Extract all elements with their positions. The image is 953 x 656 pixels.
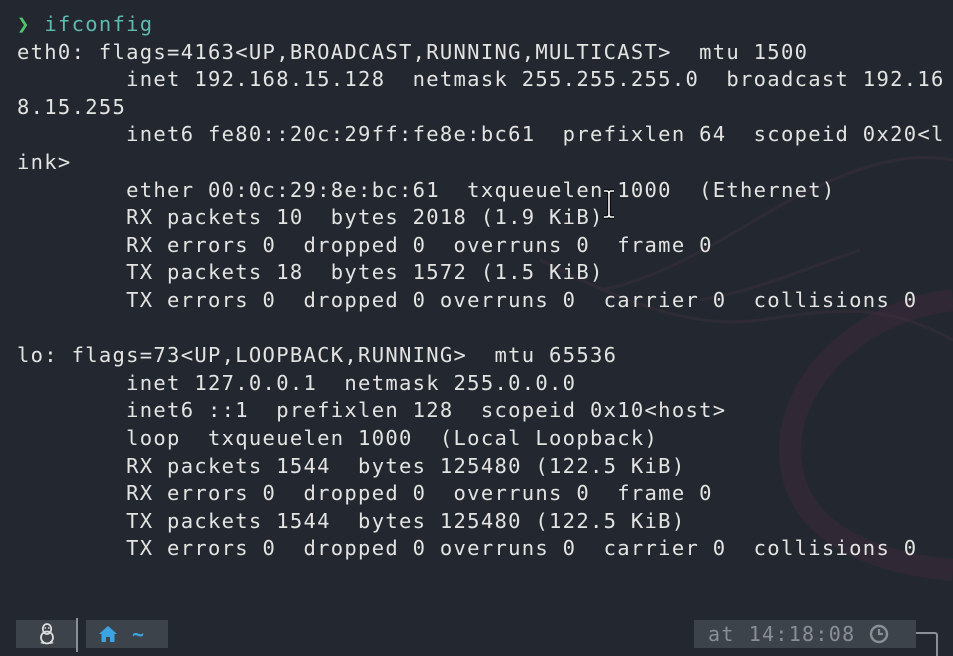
output-line: inet6 ::1 prefixlen 128 scopeid 0x10<hos… [17, 398, 727, 423]
current-directory: ~ [132, 622, 145, 646]
output-line: lo: flags=73<UP,LOOPBACK,RUNNING> mtu 65… [17, 343, 618, 368]
time-prefix: at [708, 622, 735, 646]
output-line: inet6 fe80::20c:29ff:fe8e:bc61 prefixlen… [17, 122, 945, 147]
prompt-frame-corner [916, 632, 938, 656]
prompt-command: ifconfig [44, 12, 154, 36]
output-line: ink> [17, 149, 72, 174]
output-line: inet 127.0.0.1 netmask 255.0.0.0 [17, 370, 577, 395]
output-line: RX errors 0 dropped 0 overruns 0 frame 0 [17, 232, 713, 257]
output-line: RX packets 10 bytes 2018 (1.9 KiB) [17, 205, 604, 230]
output-line: ether 00:0c:29:8e:bc:61 txqueuelen 1000 … [17, 177, 836, 202]
prompt-symbol: ❯ [17, 12, 31, 36]
time-value: 14:18:08 [748, 622, 856, 646]
output-line: inet 192.168.15.128 netmask 255.255.255.… [17, 67, 945, 92]
text-cursor-icon [604, 189, 614, 219]
directory-segment: ~ [86, 620, 168, 648]
prompt-status-bar: ~ at 14:18:08 [0, 612, 953, 656]
output-line: RX packets 1544 bytes 125480 (122.5 KiB) [17, 453, 686, 478]
output-line: RX errors 0 dropped 0 overruns 0 frame 0 [17, 481, 713, 506]
home-icon [99, 626, 117, 642]
output-line: TX errors 0 dropped 0 overruns 0 carrier… [17, 287, 918, 312]
output-line: TX packets 18 bytes 1572 (1.5 KiB) [17, 260, 604, 285]
segment-separator [76, 618, 78, 652]
terminal-output[interactable]: ❯ ifconfig eth0: flags=4163<UP,BROADCAST… [17, 11, 953, 563]
output-line: eth0: flags=4163<UP,BROADCAST,RUNNING,MU… [17, 39, 809, 64]
output-line: loop txqueuelen 1000 (Local Loopback) [17, 425, 659, 450]
clock-icon [869, 624, 889, 644]
linux-tux-icon [40, 623, 54, 645]
os-segment [16, 620, 78, 648]
output-line: TX packets 1544 bytes 125480 (122.5 KiB) [17, 508, 686, 533]
prompt-line: ❯ ifconfig [17, 11, 953, 39]
output-line: 8.15.255 [17, 94, 127, 119]
time-segment: at 14:18:08 [694, 620, 916, 648]
output-line: TX errors 0 dropped 0 overruns 0 carrier… [17, 536, 918, 561]
